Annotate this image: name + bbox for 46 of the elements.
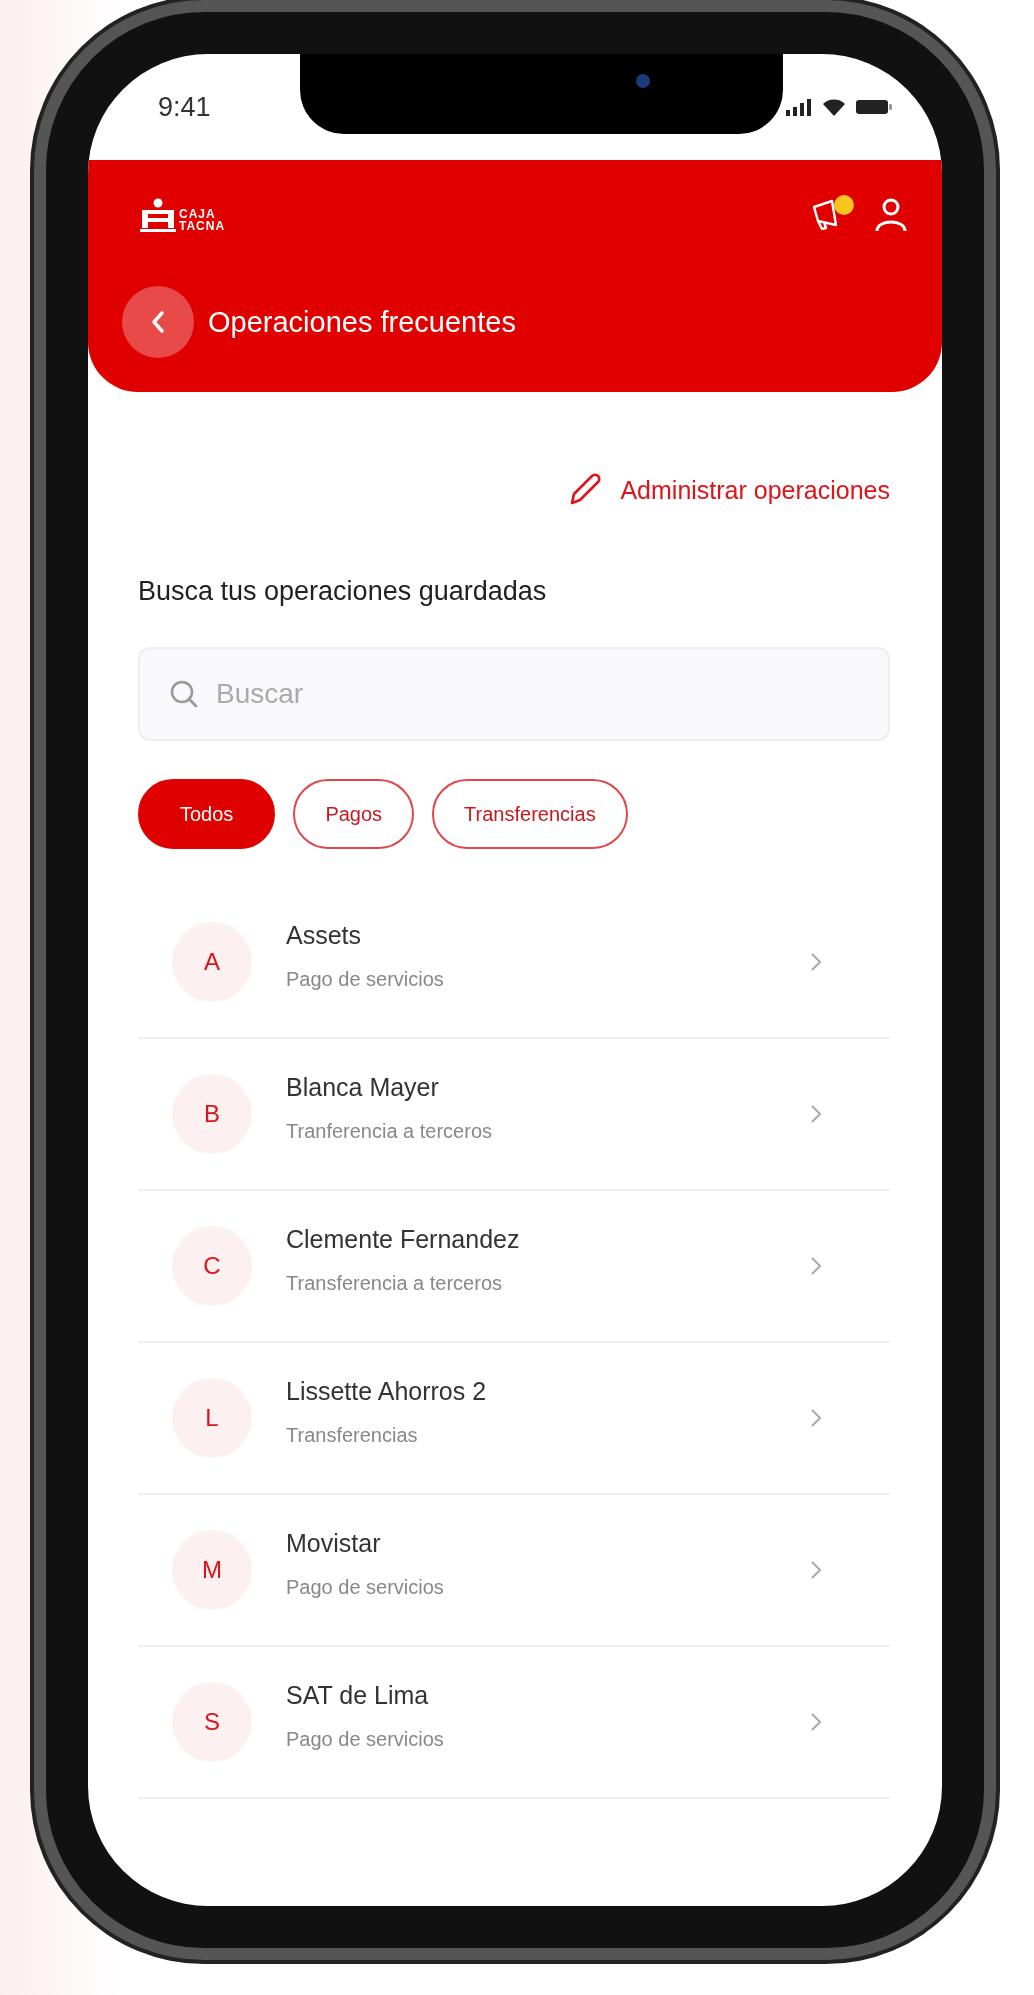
operation-type: Tranferencia a terceros	[286, 1120, 493, 1143]
operation-item[interactable]: C Clemente Fernandez Transferencia a terceros	[138, 1191, 890, 1343]
filter-chip[interactable]: Transferencias	[432, 779, 628, 849]
operation-name: Lissette Ahorros 2	[286, 1377, 488, 1406]
operation-type: Transferencias	[286, 1424, 419, 1447]
chevron-right-icon	[810, 1711, 822, 1733]
chevron-left-icon	[150, 310, 166, 334]
section-title: Busca tus operaciones guardadas	[138, 576, 548, 607]
logo-icon	[140, 198, 176, 232]
initial-avatar: S	[172, 1682, 252, 1762]
chevron-right-icon	[810, 1255, 822, 1277]
initial-avatar: L	[172, 1378, 252, 1458]
manage-operations-link[interactable]: Administrar operaciones	[566, 472, 890, 508]
initial-avatar: C	[172, 1226, 252, 1306]
operation-name: SAT de Lima	[286, 1681, 430, 1710]
operation-type: Transferencia a terceros	[286, 1272, 503, 1295]
chevron-right-icon	[810, 1103, 822, 1125]
user-icon	[874, 197, 908, 233]
logo-text: CAJA TACNA	[179, 208, 226, 232]
operation-item[interactable]: S SAT de Lima Pago de servicios	[138, 1647, 890, 1799]
operation-type: Pago de servicios	[286, 1728, 445, 1751]
operation-type: Pago de servicios	[286, 968, 445, 991]
operation-item[interactable]: L Lissette Ahorros 2 Transferencias	[138, 1343, 890, 1495]
initial-avatar: M	[172, 1530, 252, 1610]
operation-type: Pago de servicios	[286, 1576, 445, 1599]
status-time: 9:41	[158, 91, 211, 123]
initial-avatar: A	[172, 922, 252, 1002]
initial-avatar: B	[172, 1074, 252, 1154]
search-field[interactable]: Buscar	[138, 647, 890, 741]
operation-name: Clemente Fernandez	[286, 1225, 521, 1254]
operation-item[interactable]: B Blanca Mayer Tranferencia a terceros	[138, 1039, 890, 1191]
operation-name: Assets	[286, 921, 363, 950]
battery-icon	[856, 99, 892, 115]
chevron-right-icon	[810, 1559, 822, 1581]
signal-icon	[786, 98, 812, 116]
page-title: Operaciones frecuentes	[208, 305, 516, 339]
operation-name: Blanca Mayer	[286, 1073, 440, 1102]
filter-chip[interactable]: Pagos	[293, 779, 415, 849]
operation-item[interactable]: A Assets Pago de servicios	[138, 887, 890, 1039]
operation-item[interactable]: M Movistar Pago de servicios	[138, 1495, 890, 1647]
operation-name: Movistar	[286, 1529, 382, 1558]
filter-chip[interactable]: Todos	[138, 779, 276, 849]
chevron-right-icon	[810, 951, 822, 973]
chevron-right-icon	[810, 1407, 822, 1429]
wifi-icon	[822, 98, 846, 116]
profile-button[interactable]	[874, 197, 908, 233]
